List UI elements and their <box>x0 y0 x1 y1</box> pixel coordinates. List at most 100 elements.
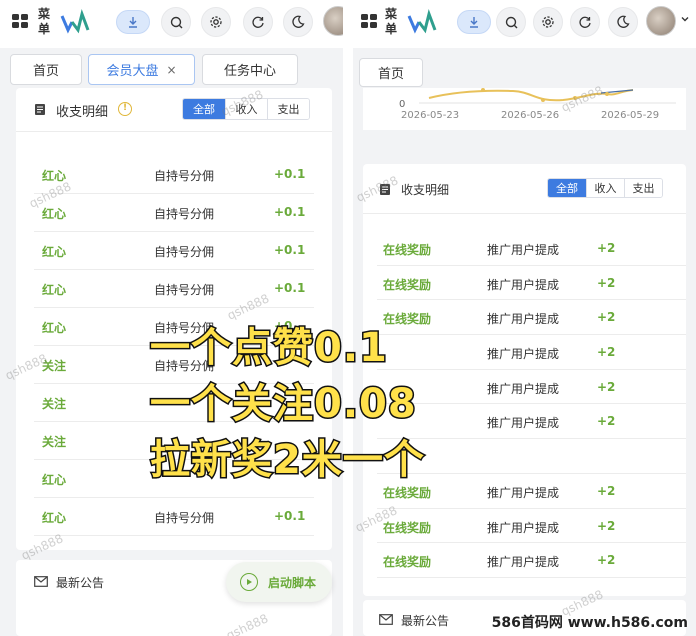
x-tick-label: 2026-05-23 <box>401 110 460 121</box>
trend-chart <box>363 88 686 130</box>
row-type: 在线奖励 <box>383 277 432 292</box>
row-description: 推广用户提成 <box>487 243 560 257</box>
theme-button[interactable] <box>283 7 313 37</box>
ledger-row: 在线奖励 推广用户提成 +2 <box>377 543 686 578</box>
row-description: 推广用户提成 <box>487 555 560 570</box>
search-icon <box>170 16 182 28</box>
right-screenshot: 菜单 首页 0 2026-05-23 2026-05-26 2026-05-29 <box>353 0 696 636</box>
filter-income[interactable]: 收入 <box>586 179 624 197</box>
search-icon <box>505 16 517 28</box>
row-amount: +2 <box>597 310 616 325</box>
row-description: 自持号分佣 <box>154 511 215 525</box>
row-amount: +0.1 <box>274 243 306 257</box>
ledger-row: 红心 自持号分佣 +0.1 <box>34 194 314 232</box>
row-type: 红心 <box>42 169 67 183</box>
gear-icon <box>542 16 554 28</box>
row-amount: +2 <box>597 483 616 498</box>
x-tick-label: 2026-05-26 <box>501 110 560 121</box>
row-type: 红心 <box>42 283 67 297</box>
trend-point <box>541 98 545 102</box>
download-icon <box>470 17 478 28</box>
y-tick-label: 0 <box>399 99 406 110</box>
close-icon[interactable]: × <box>166 63 176 77</box>
chevron-down-icon[interactable] <box>680 14 690 24</box>
filter-all[interactable]: 全部 <box>183 99 225 119</box>
filter-income[interactable]: 收入 <box>225 99 267 119</box>
mail-icon <box>34 576 48 587</box>
search-button[interactable] <box>161 7 191 37</box>
ledger-row: 红心 自持号分佣 +0.1 <box>34 498 314 536</box>
row-amount: +0.1 <box>274 281 306 295</box>
trend-point <box>605 92 609 96</box>
gear-icon <box>210 16 222 28</box>
start-script-label: 启动脚本 <box>268 575 317 590</box>
ledger-icon <box>35 104 45 115</box>
download-icon <box>129 17 137 28</box>
top-bar: 菜单 <box>0 0 343 48</box>
settings-button[interactable] <box>201 7 231 37</box>
ledger-title: 收支明细 <box>401 183 450 197</box>
top-bar: 菜单 <box>353 0 696 48</box>
trend-point <box>481 88 485 92</box>
ledger-row: 在线奖励 推广用户提成 +2 <box>377 266 686 301</box>
row-amount: +0.1 <box>274 205 306 219</box>
row-amount: +2 <box>597 345 616 360</box>
avatar[interactable] <box>323 6 343 36</box>
app-logo <box>60 8 90 34</box>
menu-label[interactable]: 菜单 <box>385 7 399 37</box>
row-amount: +2 <box>597 414 616 429</box>
notice-title: 最新公告 <box>56 576 105 590</box>
tab-member-dashboard[interactable]: 会员大盘 × <box>88 54 195 85</box>
row-amount: +2 <box>597 241 616 255</box>
row-type: 关注 <box>42 359 67 373</box>
refresh-button[interactable] <box>243 7 273 37</box>
row-type: 红心 <box>42 207 67 221</box>
left-screenshot: 菜单 首页 会员大盘 × 任务中心 收支明细 ! 全部 收入 支出 红心 自持号… <box>0 0 343 636</box>
row-type: 红心 <box>42 321 67 335</box>
row-amount: +2 <box>597 553 616 568</box>
ledger-title: 收支明细 <box>56 105 109 120</box>
row-description: 自持号分佣 <box>154 207 215 221</box>
row-description: 推广用户提成 <box>487 520 560 535</box>
info-icon[interactable]: ! <box>118 102 132 116</box>
trend-chart-svg <box>419 88 676 104</box>
play-icon <box>240 573 258 591</box>
refresh-button[interactable] <box>570 7 600 37</box>
row-amount: +0.1 <box>274 509 306 523</box>
filter-all[interactable]: 全部 <box>548 179 586 197</box>
search-button[interactable] <box>496 7 526 37</box>
row-type: 在线奖励 <box>383 243 432 257</box>
ledger-row: 在线奖励 推广用户提成 +2 <box>377 509 686 544</box>
mail-icon <box>379 614 393 625</box>
filter-expense[interactable]: 支出 <box>267 99 309 119</box>
tab-home[interactable]: 首页 <box>359 58 423 87</box>
row-type: 红心 <box>42 511 67 525</box>
row-amount: +2 <box>597 518 616 533</box>
promo-overlay-line-3: 拉新奖2米一个 <box>149 436 426 485</box>
theme-button[interactable] <box>608 7 638 37</box>
menu-grid-icon[interactable] <box>8 10 30 32</box>
row-description: 推广用户提成 <box>487 277 560 292</box>
tab-bar: 首页 <box>353 48 696 92</box>
download-button[interactable] <box>457 10 491 34</box>
row-description: 自持号分佣 <box>154 283 215 297</box>
row-description: 自持号分佣 <box>154 245 215 259</box>
filter-expense[interactable]: 支出 <box>624 179 662 197</box>
tab-home[interactable]: 首页 <box>10 54 82 85</box>
avatar[interactable] <box>646 6 676 36</box>
ledger-row: 红心 自持号分佣 +0.1 <box>34 270 314 308</box>
row-type: 关注 <box>42 397 67 411</box>
promo-overlay-line-1: 一个点赞0.1 <box>149 324 389 373</box>
download-button[interactable] <box>116 10 150 34</box>
row-type: 红心 <box>42 245 67 259</box>
ledger-row: 红心 自持号分佣 +0.1 <box>34 232 314 270</box>
menu-label[interactable]: 菜单 <box>38 7 52 37</box>
row-amount: +0.1 <box>274 167 306 181</box>
row-type: 在线奖励 <box>383 520 432 535</box>
settings-button[interactable] <box>533 7 563 37</box>
start-script-button[interactable]: 启动脚本 <box>226 562 332 602</box>
tab-task-center[interactable]: 任务中心 <box>202 54 298 85</box>
ledger-icon <box>380 184 390 195</box>
menu-grid-icon[interactable] <box>357 10 379 32</box>
trend-line <box>428 89 634 102</box>
